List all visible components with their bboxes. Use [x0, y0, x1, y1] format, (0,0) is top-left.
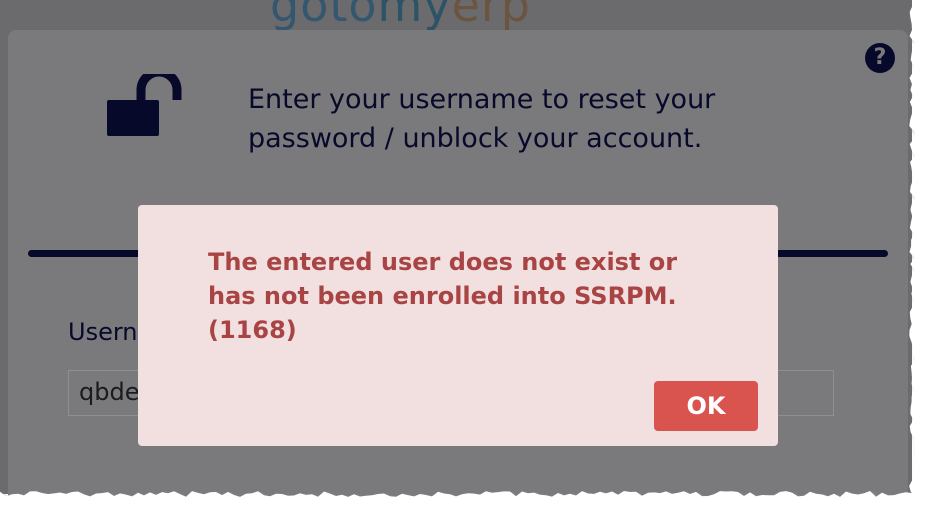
error-message: The entered user does not exist or has n… — [208, 245, 728, 347]
error-message-line-2: has not been enrolled into SSRPM. — [208, 282, 677, 310]
error-dialog: The entered user does not exist or has n… — [138, 205, 778, 446]
logo-part-my: my — [377, 0, 452, 32]
error-message-line-1: The entered user does not exist or — [208, 248, 678, 276]
instruction-line-1: Enter your username to reset your — [248, 84, 716, 115]
logo-part-erp: erp — [451, 0, 531, 32]
screen: gotomyerp ? Enter your username to reset… — [0, 0, 928, 510]
ok-button[interactable]: OK — [654, 381, 758, 431]
brand-logo: gotomyerp — [270, 0, 531, 32]
username-label: Usern — [68, 318, 138, 346]
instruction-text: Enter your username to reset your passwo… — [248, 80, 808, 158]
logo-part-goto: goto — [270, 0, 378, 32]
error-code: (1168) — [208, 316, 297, 344]
help-icon[interactable]: ? — [865, 43, 895, 73]
instruction-line-2: password / unblock your account. — [248, 123, 703, 154]
unlocked-padlock-icon — [107, 74, 182, 136]
